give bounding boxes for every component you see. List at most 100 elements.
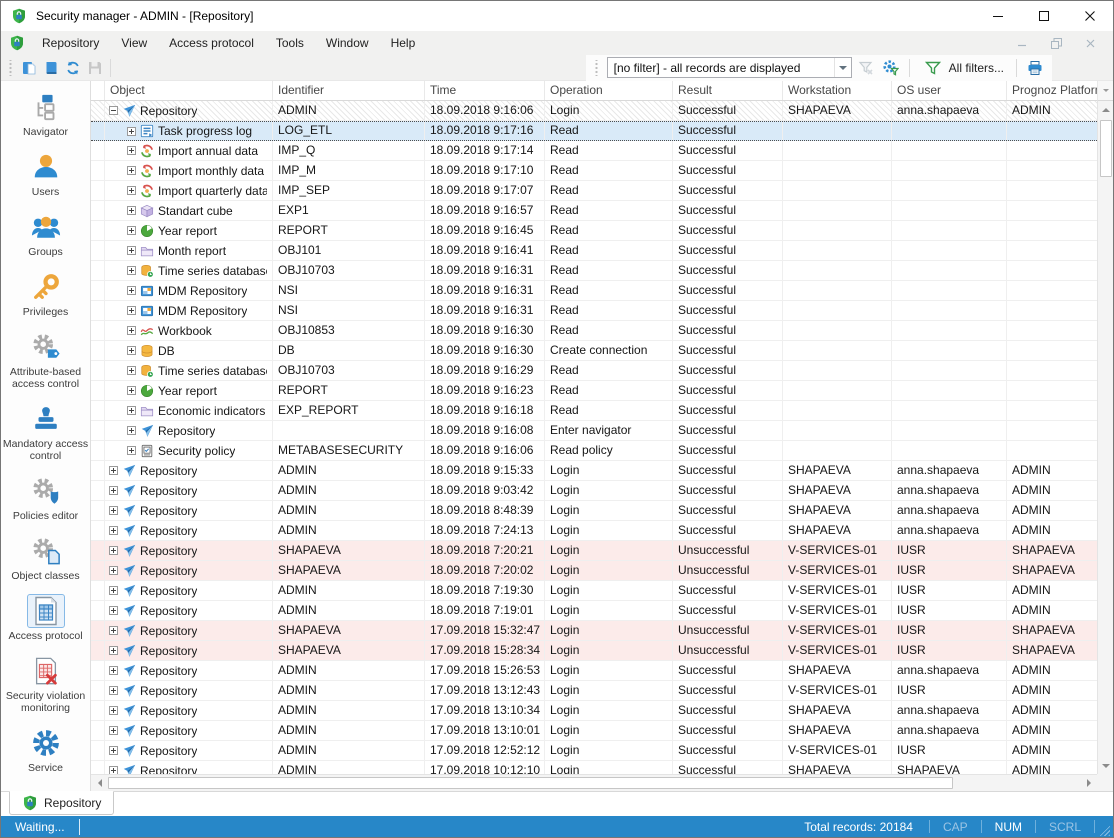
table-row[interactable]: RepositoryADMIN17.09.2018 13:10:01LoginS… <box>91 721 1097 741</box>
table-row[interactable]: DBDB18.09.2018 9:16:30Create connectionS… <box>91 341 1097 361</box>
table-row[interactable]: Economic indicatorsEXP_REPORT18.09.2018 … <box>91 401 1097 421</box>
expand-button[interactable] <box>127 226 136 235</box>
table-row[interactable]: RepositorySHAPAEVA17.09.2018 15:32:47Log… <box>91 621 1097 641</box>
table-row[interactable]: RepositorySHAPAEVA18.09.2018 7:20:02Logi… <box>91 561 1097 581</box>
table-row[interactable]: RepositoryADMIN18.09.2018 9:03:42LoginSu… <box>91 481 1097 501</box>
table-row[interactable]: RepositoryADMIN17.09.2018 13:10:34LoginS… <box>91 701 1097 721</box>
mdi-close-button[interactable] <box>1083 36 1097 50</box>
table-row[interactable]: Security policyMETABASESECURITY18.09.201… <box>91 441 1097 461</box>
expand-button[interactable] <box>109 646 118 655</box>
vertical-scrollbar[interactable] <box>1097 101 1114 774</box>
expand-button[interactable] <box>109 686 118 695</box>
expand-button[interactable] <box>109 746 118 755</box>
menu-window[interactable]: Window <box>315 31 380 55</box>
sidebar-item-policies-editor[interactable]: Policies editor <box>1 472 90 524</box>
expand-button[interactable] <box>127 366 136 375</box>
column-header-os-user[interactable]: OS user <box>892 81 1007 100</box>
tab-repository[interactable]: Repository <box>9 791 114 815</box>
minimize-button[interactable] <box>975 1 1021 31</box>
expand-button[interactable] <box>109 506 118 515</box>
table-row[interactable]: RepositoryADMIN18.09.2018 8:48:39LoginSu… <box>91 501 1097 521</box>
table-row[interactable]: RepositoryADMIN17.09.2018 13:12:43LoginS… <box>91 681 1097 701</box>
table-row[interactable]: RepositorySHAPAEVA18.09.2018 7:20:21Logi… <box>91 541 1097 561</box>
column-header-result[interactable]: Result <box>673 81 783 100</box>
close-button[interactable] <box>1067 1 1113 31</box>
clear-filter-icon[interactable] <box>855 57 877 79</box>
table-row[interactable]: Standart cubeEXP118.09.2018 9:16:57ReadS… <box>91 201 1097 221</box>
expand-button[interactable] <box>127 266 136 275</box>
table-row[interactable]: RepositoryADMIN17.09.2018 10:12:10LoginS… <box>91 761 1097 774</box>
column-header-object[interactable]: Object <box>105 81 273 100</box>
sidebar-item-attribute-based-access-control[interactable]: Attribute-based access control <box>1 328 90 392</box>
expand-button[interactable] <box>127 246 136 255</box>
table-row[interactable]: RepositoryADMIN18.09.2018 7:19:01LoginSu… <box>91 601 1097 621</box>
table-row[interactable]: Task progress logLOG_ETL18.09.2018 9:17:… <box>91 121 1097 141</box>
filter-combobox[interactable]: [no filter] - all records are displayed <box>607 57 852 78</box>
table-row[interactable]: Year reportREPORT18.09.2018 9:16:23ReadS… <box>91 381 1097 401</box>
table-row[interactable]: Time series databaseOBJ1070318.09.2018 9… <box>91 361 1097 381</box>
expand-button[interactable] <box>127 146 136 155</box>
expand-button[interactable] <box>127 326 136 335</box>
horizontal-scrollbar[interactable] <box>91 774 1097 791</box>
filter-toolbar-grip[interactable] <box>594 60 599 76</box>
chevron-down-icon[interactable] <box>834 58 851 77</box>
all-filters-button[interactable]: All filters... <box>917 57 1009 79</box>
table-row[interactable]: RepositoryADMIN18.09.2018 9:15:33LoginSu… <box>91 461 1097 481</box>
expand-button[interactable] <box>109 766 118 774</box>
table-row[interactable]: MDM RepositoryNSI18.09.2018 9:16:31ReadS… <box>91 281 1097 301</box>
book-icon[interactable] <box>40 57 62 79</box>
sidebar-item-navigator[interactable]: Navigator <box>1 88 90 140</box>
mdi-restore-button[interactable] <box>1049 36 1063 50</box>
table-row[interactable]: MDM RepositoryNSI18.09.2018 9:16:31ReadS… <box>91 301 1097 321</box>
expand-button[interactable] <box>109 726 118 735</box>
expand-button[interactable] <box>109 466 118 475</box>
scroll-right-icon[interactable] <box>1080 775 1097 791</box>
table-row[interactable]: Repository18.09.2018 9:16:08Enter naviga… <box>91 421 1097 441</box>
expand-button[interactable] <box>127 446 136 455</box>
table-row[interactable]: Year reportREPORT18.09.2018 9:16:45ReadS… <box>91 221 1097 241</box>
expand-button[interactable] <box>127 166 136 175</box>
scroll-left-icon[interactable] <box>91 775 108 791</box>
expand-button[interactable] <box>127 186 136 195</box>
column-options-button[interactable] <box>1097 81 1114 101</box>
table-row[interactable]: Month reportOBJ10118.09.2018 9:16:41Read… <box>91 241 1097 261</box>
table-row[interactable]: Import quarterly dataIMP_SEP18.09.2018 9… <box>91 181 1097 201</box>
expand-button[interactable] <box>127 127 136 136</box>
expand-button[interactable] <box>127 346 136 355</box>
scroll-up-icon[interactable] <box>1098 101 1114 118</box>
expand-button[interactable] <box>127 206 136 215</box>
expand-button[interactable] <box>127 426 136 435</box>
mdi-minimize-button[interactable] <box>1015 36 1029 50</box>
sidebar-item-security-violation-monitoring[interactable]: Security violation monitoring <box>1 652 90 716</box>
table-row[interactable]: Import monthly dataIMP_M18.09.2018 9:17:… <box>91 161 1097 181</box>
expand-button[interactable] <box>127 306 136 315</box>
resize-grip[interactable] <box>1097 823 1110 836</box>
menu-tools[interactable]: Tools <box>265 31 315 55</box>
expand-button[interactable] <box>109 706 118 715</box>
filter-settings-icon[interactable] <box>880 57 902 79</box>
vertical-scroll-thumb[interactable] <box>1100 120 1112 177</box>
table-row[interactable]: RepositorySHAPAEVA17.09.2018 15:28:34Log… <box>91 641 1097 661</box>
menu-help[interactable]: Help <box>380 31 427 55</box>
expand-button[interactable] <box>127 406 136 415</box>
table-row[interactable]: RepositoryADMIN18.09.2018 7:19:30LoginSu… <box>91 581 1097 601</box>
horizontal-scroll-thumb[interactable] <box>108 777 953 789</box>
menu-view[interactable]: View <box>110 31 158 55</box>
column-header-workstation[interactable]: Workstation <box>783 81 892 100</box>
expand-button[interactable] <box>109 486 118 495</box>
toolbar-grip[interactable] <box>8 60 13 76</box>
refresh-icon[interactable] <box>62 57 84 79</box>
expand-button[interactable] <box>109 526 118 535</box>
save-icon[interactable] <box>84 57 106 79</box>
table-row[interactable]: RepositoryADMIN18.09.2018 7:24:13LoginSu… <box>91 521 1097 541</box>
copy-document-icon[interactable] <box>18 57 40 79</box>
table-row[interactable]: RepositoryADMIN17.09.2018 12:52:12LoginS… <box>91 741 1097 761</box>
table-row[interactable]: Import annual dataIMP_Q18.09.2018 9:17:1… <box>91 141 1097 161</box>
column-header-prognoz-platform[interactable]: Prognoz Platform <box>1007 81 1097 100</box>
collapse-button[interactable] <box>109 106 118 115</box>
sidebar-item-object-classes[interactable]: Object classes <box>1 532 90 584</box>
expand-button[interactable] <box>127 386 136 395</box>
menu-repository[interactable]: Repository <box>31 31 110 55</box>
expand-button[interactable] <box>109 626 118 635</box>
sidebar-item-users[interactable]: Users <box>1 148 90 200</box>
